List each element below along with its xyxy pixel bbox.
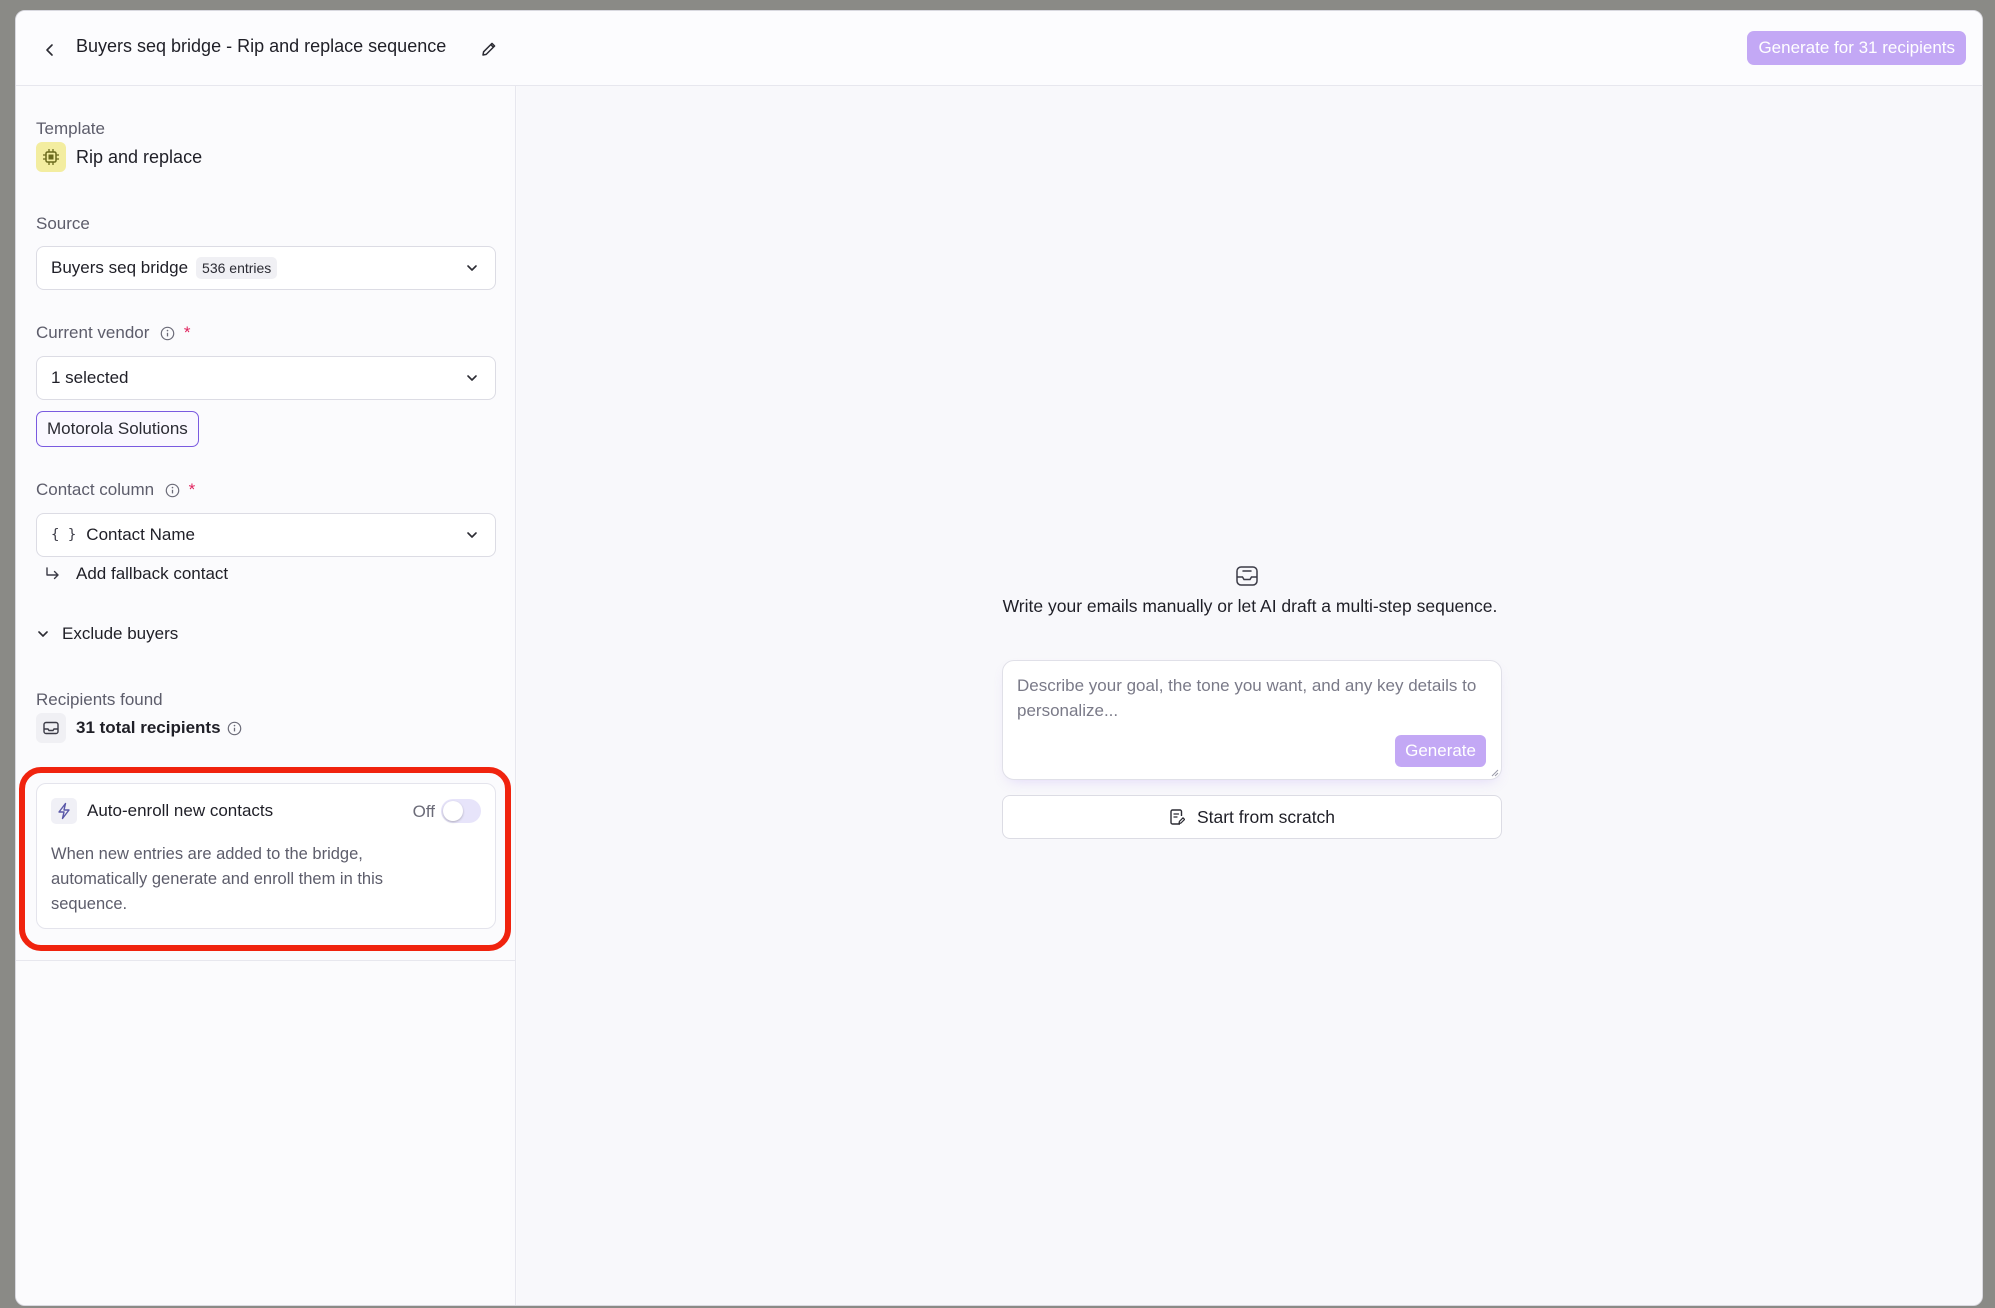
curly-braces-icon: { } — [51, 527, 77, 543]
recipients-count: 31 total recipients — [76, 718, 221, 737]
add-fallback-contact-button[interactable]: Add fallback contact — [44, 564, 228, 584]
ai-prompt-box: Generate — [1002, 660, 1502, 780]
entries-badge: 536 entries — [196, 257, 278, 279]
contact-column-select[interactable]: { } Contact Name — [36, 513, 496, 557]
inbox-icon — [36, 713, 66, 743]
main-panel: Write your emails manually or let AI dra… — [517, 86, 1982, 1305]
inbox-icon — [1236, 566, 1258, 586]
chevron-down-icon — [467, 265, 477, 271]
contact-column-value: Contact Name — [86, 525, 195, 544]
chevron-left-icon — [46, 44, 53, 56]
chip-icon — [36, 142, 66, 172]
chevron-down-icon — [467, 375, 477, 381]
empty-state-text: Write your emails manually or let AI dra… — [1002, 596, 1498, 616]
page-title: Buyers seq bridge - Rip and replace sequ… — [76, 36, 447, 56]
add-fallback-label: Add fallback contact — [76, 564, 229, 583]
current-vendor-select[interactable]: 1 selected — [36, 356, 496, 400]
exclude-buyers-toggle[interactable]: Exclude buyers — [36, 624, 178, 644]
document-edit-icon — [1170, 809, 1185, 825]
exclude-buyers-label: Exclude buyers — [62, 624, 179, 643]
chevron-down-icon — [38, 631, 48, 637]
divider — [16, 960, 516, 961]
edit-title-button[interactable] — [475, 35, 503, 63]
required-mark: * — [188, 480, 196, 499]
pencil-icon — [482, 42, 496, 56]
sequence-editor-window: Buyers seq bridge - Rip and replace sequ… — [15, 10, 1983, 1306]
current-vendor-label: Current vendor * — [36, 323, 190, 343]
generate-button[interactable]: Generate — [1395, 735, 1486, 767]
recipients-found-label: Recipients found — [36, 690, 163, 709]
required-mark: * — [183, 323, 191, 342]
info-icon[interactable] — [165, 483, 180, 498]
source-select[interactable]: Buyers seq bridge 536 entries — [36, 246, 496, 290]
template-label: Template — [36, 119, 105, 138]
info-icon[interactable] — [227, 721, 242, 736]
contact-column-label: Contact column * — [36, 480, 195, 500]
contact-column-label-text: Contact column — [36, 480, 155, 499]
current-vendor-value: 1 selected — [51, 368, 129, 387]
recipients-row: 31 total recipients — [36, 713, 242, 743]
current-vendor-label-text: Current vendor — [36, 323, 150, 342]
template-row: Rip and replace — [36, 142, 202, 172]
source-value: Buyers seq bridge — [51, 258, 189, 277]
source-label: Source — [36, 214, 90, 233]
chevron-down-icon — [467, 532, 477, 538]
vendor-chip-motorola[interactable]: Motorola Solutions — [36, 411, 199, 447]
info-icon[interactable] — [160, 326, 175, 341]
resize-handle-icon[interactable] — [1489, 767, 1499, 777]
header-bar: Buyers seq bridge - Rip and replace sequ… — [16, 11, 1982, 86]
config-sidebar: Template Rip and replace Source Buyers s… — [16, 86, 516, 1305]
generate-all-button[interactable]: Generate for 31 recipients — [1747, 31, 1966, 65]
corner-down-right-icon — [46, 567, 59, 580]
back-button[interactable] — [35, 35, 65, 65]
start-from-scratch-button[interactable]: Start from scratch — [1002, 795, 1502, 839]
annotation-highlight — [19, 767, 511, 951]
template-name: Rip and replace — [76, 146, 203, 167]
start-from-scratch-label: Start from scratch — [1196, 806, 1336, 827]
